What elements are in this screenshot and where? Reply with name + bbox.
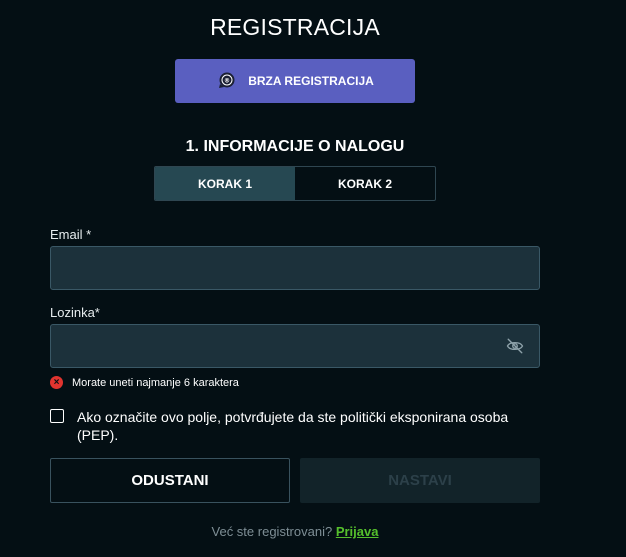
pep-checkbox-row: Ako označite ovo polje, potvrđujete da s… <box>50 408 550 444</box>
page-title: REGISTRACIJA <box>210 14 380 40</box>
password-label: Lozinka* <box>50 305 100 320</box>
error-icon: × <box>50 376 63 389</box>
svg-text:®: ® <box>224 78 230 85</box>
error-message: Morate uneti najmanje 6 karaktera <box>72 376 239 389</box>
quick-registration-button[interactable]: ® BRZA REGISTRACIJA <box>175 59 415 103</box>
section-title: 1. INFORMACIJE O NALOGU <box>185 138 405 155</box>
step-tabs: KORAK 1 KORAK 2 <box>154 166 436 201</box>
tab-step-1[interactable]: KORAK 1 <box>155 167 295 200</box>
email-label: Email * <box>50 227 92 242</box>
cancel-button[interactable]: ODUSTANI <box>50 458 290 503</box>
pep-checkbox[interactable] <box>50 409 64 423</box>
quick-register-badge-icon: ® <box>216 72 238 90</box>
next-button[interactable]: NASTAVI <box>300 458 540 503</box>
login-prompt-text: Već ste registrovani? <box>211 524 333 539</box>
login-link[interactable]: Prijava <box>336 524 379 539</box>
password-field[interactable] <box>50 324 540 368</box>
login-prompt: Već ste registrovani? Prijava <box>0 524 590 539</box>
tab-step-2[interactable]: KORAK 2 <box>295 167 435 200</box>
password-error: × Morate uneti najmanje 6 karaktera <box>50 376 239 389</box>
quick-registration-label: BRZA REGISTRACIJA <box>248 74 374 88</box>
pep-label: Ako označite ovo polje, potvrđujete da s… <box>77 409 509 443</box>
email-field[interactable] <box>50 246 540 290</box>
eye-off-icon[interactable] <box>506 337 524 360</box>
